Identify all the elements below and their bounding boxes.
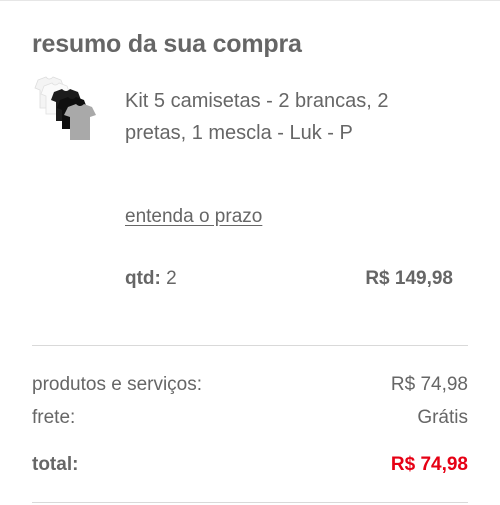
section-divider <box>32 345 468 346</box>
tshirt-kit-icon <box>34 76 96 140</box>
summary-title: resumo da sua compra <box>32 30 302 58</box>
products-services-value: R$ 74,98 <box>390 374 468 395</box>
order-summary-page: resumo da sua compra Kit 5 camisetas - 2… <box>0 0 500 505</box>
quantity: qtd: 2 <box>125 268 177 290</box>
shipping-row: frete: Grátis <box>32 407 468 431</box>
bottom-divider <box>32 502 468 503</box>
total-label: total: <box>32 454 79 475</box>
top-divider <box>0 0 500 1</box>
total-value: R$ 74,98 <box>390 454 468 475</box>
product-thumbnail[interactable] <box>30 74 102 146</box>
shipping-value: Grátis <box>417 407 468 428</box>
understand-deadline-link[interactable]: entenda o prazo <box>125 206 262 228</box>
product-name[interactable]: Kit 5 camisetas - 2 brancas, 2 pretas, 1… <box>125 85 455 149</box>
quantity-label: qtd: <box>125 268 161 289</box>
shipping-label: frete: <box>32 407 76 428</box>
products-services-label: produtos e serviços: <box>32 374 203 395</box>
quantity-value: 2 <box>166 268 177 289</box>
total-row: total: R$ 74,98 <box>32 454 468 478</box>
products-services-row: produtos e serviços: R$ 74,98 <box>32 374 468 398</box>
item-price: R$ 149,98 <box>365 268 453 289</box>
